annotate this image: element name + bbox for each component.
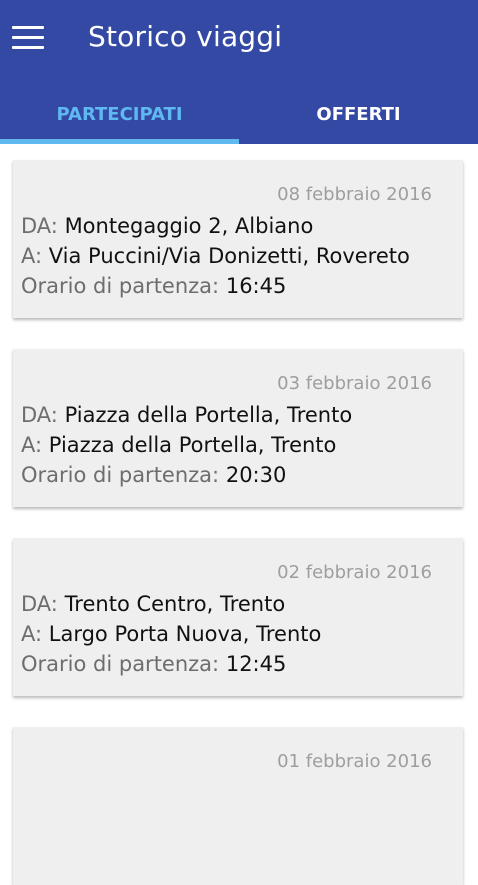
trip-card[interactable]: 08 febbraio 2016 DA: Montegaggio 2, Albi…	[13, 160, 463, 318]
trip-card[interactable]: 03 febbraio 2016 DA: Piazza della Portel…	[13, 349, 463, 507]
tab-partecipati[interactable]: PARTECIPATI	[0, 84, 239, 144]
trip-from: DA: Trento Centro, Trento	[21, 592, 285, 616]
trip-date: 08 febbraio 2016	[277, 184, 432, 205]
departure-time: 16:45	[225, 274, 287, 298]
to-value: Piazza della Portella, Trento	[48, 433, 337, 457]
trip-card[interactable]: 02 febbraio 2016 DA: Trento Centro, Tren…	[13, 538, 463, 696]
tab-offerti[interactable]: OFFERTI	[239, 84, 478, 144]
trip-to: A: Piazza della Portella, Trento	[21, 433, 336, 457]
departure-time: 12:45	[225, 652, 287, 676]
trip-to: A: Via Puccini/Via Donizetti, Rovereto	[21, 244, 410, 268]
hamburger-menu-icon[interactable]	[12, 26, 44, 50]
from-value: Trento Centro, Trento	[64, 592, 286, 616]
trip-departure: Orario di partenza: 20:30	[21, 463, 286, 487]
page-title: Storico viaggi	[88, 20, 283, 53]
to-value: Largo Porta Nuova, Trento	[48, 622, 322, 646]
trip-from: DA: Piazza della Portella, Trento	[21, 403, 352, 427]
trip-from: DA: Montegaggio 2, Albiano	[21, 214, 313, 238]
from-value: Piazza della Portella, Trento	[64, 403, 353, 427]
to-value: Via Puccini/Via Donizetti, Rovereto	[48, 244, 410, 268]
trip-departure: Orario di partenza: 16:45	[21, 274, 286, 298]
to-label: A:	[21, 433, 43, 457]
from-value: Montegaggio 2, Albiano	[64, 214, 314, 238]
app-bar: Storico viaggi PARTECIPATI OFFERTI	[0, 0, 478, 144]
departure-label: Orario di partenza:	[21, 463, 220, 487]
departure-time: 20:30	[225, 463, 287, 487]
trip-to: A: Largo Porta Nuova, Trento	[21, 622, 321, 646]
trip-card[interactable]: 01 febbraio 2016	[13, 727, 463, 885]
from-label: DA:	[21, 592, 58, 616]
to-label: A:	[21, 244, 43, 268]
to-label: A:	[21, 622, 43, 646]
from-label: DA:	[21, 214, 58, 238]
departure-label: Orario di partenza:	[21, 652, 220, 676]
departure-label: Orario di partenza:	[21, 274, 220, 298]
trip-date: 01 febbraio 2016	[277, 751, 432, 772]
trip-date: 02 febbraio 2016	[277, 562, 432, 583]
trip-departure: Orario di partenza: 12:45	[21, 652, 286, 676]
trip-date: 03 febbraio 2016	[277, 373, 432, 394]
active-tab-indicator	[0, 139, 239, 144]
from-label: DA:	[21, 403, 58, 427]
